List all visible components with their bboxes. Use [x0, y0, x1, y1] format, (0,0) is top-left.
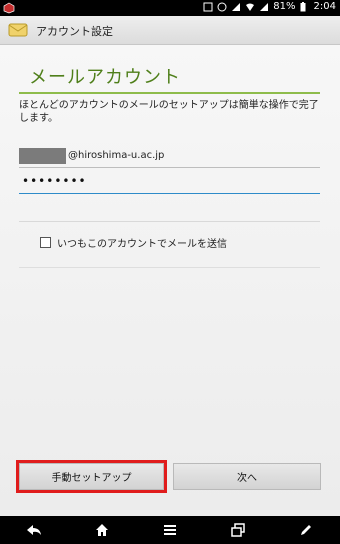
password-field[interactable]: ••••••••: [19, 172, 320, 194]
status-bar: 81% 2:04: [0, 0, 340, 16]
home-icon[interactable]: [88, 520, 116, 540]
action-bar: アカウント設定: [0, 16, 340, 45]
status-icons: 81% 2:04: [203, 1, 336, 12]
manual-setup-button[interactable]: 手動セットアップ: [16, 460, 167, 493]
recent-apps-icon[interactable]: [224, 520, 252, 540]
cellular-icon: [231, 2, 241, 12]
redacted-username: [19, 148, 66, 164]
menu-icon[interactable]: [156, 520, 184, 540]
app-title: アカウント設定: [36, 25, 113, 38]
signal-icon: [259, 2, 269, 12]
next-button[interactable]: 次へ: [173, 463, 321, 490]
edit-icon[interactable]: [292, 520, 320, 540]
title-underline: [19, 92, 320, 94]
back-icon[interactable]: [20, 520, 48, 540]
divider: [19, 267, 320, 268]
notification-icon: [3, 2, 15, 17]
email-field[interactable]: @hiroshima-u.ac.jp: [19, 146, 320, 168]
screenshot-icon: [203, 2, 213, 12]
notification-bell-icon: [217, 2, 227, 12]
account-setup-form: メールアカウント ほとんどのアカウントのメールのセットアップは簡単な操作で完了し…: [0, 45, 340, 516]
password-mask: ••••••••: [22, 174, 87, 188]
clock: 2:04: [313, 1, 336, 12]
setup-description: ほとんどのアカウントのメールのセットアップは簡単な操作で完了します。: [19, 100, 319, 124]
default-account-option[interactable]: いつもこのアカウントでメールを送信: [40, 235, 227, 250]
account-settings-icon[interactable]: [8, 20, 28, 40]
battery-percent: 81%: [273, 1, 296, 12]
page-title: メールアカウント: [29, 67, 181, 88]
default-account-label: いつもこのアカウントでメールを送信: [57, 238, 227, 250]
wifi-icon: [245, 2, 255, 12]
email-domain: @hiroshima-u.ac.jp: [68, 150, 165, 161]
navigation-bar: [0, 516, 340, 544]
divider: [19, 221, 320, 222]
battery-icon: [300, 1, 310, 12]
default-account-checkbox[interactable]: [40, 236, 51, 248]
